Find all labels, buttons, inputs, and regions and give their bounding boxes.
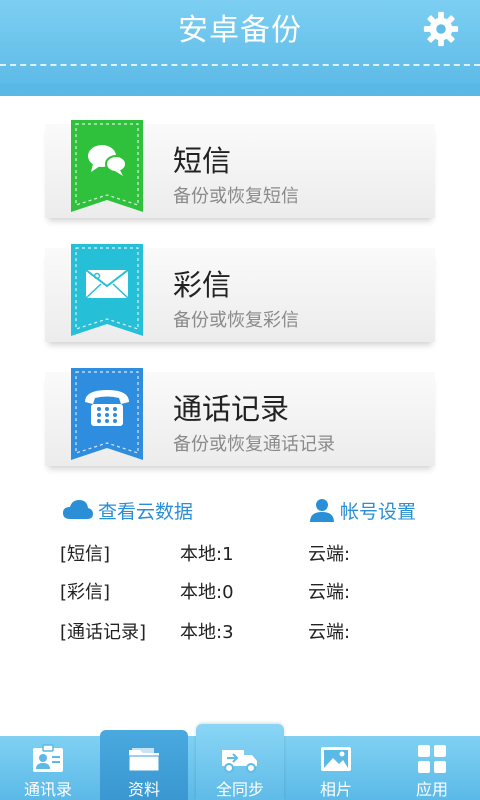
tab-apps[interactable]: 应用 [384,738,480,800]
stat-local-sms: 本地:1 [180,544,234,565]
account-settings-label: 帐号设置 [340,500,417,523]
card-title: 短信 [173,144,232,178]
phone-keypad-icon [71,368,143,460]
card-subtitle: 备份或恢复通话记录 [173,434,335,455]
sms-backup-card[interactable]: 短信 备份或恢复短信 [45,120,435,218]
tab-label: 通讯录 [23,780,72,799]
call-log-backup-card[interactable]: 通话记录 备份或恢复通话记录 [45,368,435,466]
tab-files[interactable]: 资料 [96,738,192,800]
tab-label: 资料 [127,780,160,799]
folder-icon [128,748,160,772]
tab-label: 全同步 [215,780,264,799]
card-title: 彩信 [173,268,232,302]
account-settings-link[interactable]: 帐号设置 [308,496,416,524]
tab-contacts[interactable]: 通讯录 [0,738,96,800]
stat-label-calls: [通话记录] [60,622,147,643]
card-subtitle: 备份或恢复彩信 [173,310,299,331]
page-title: 安卓备份 [178,13,302,48]
stat-cloud-calls: 云端: [308,622,351,643]
gear-icon[interactable] [422,10,460,48]
user-icon [310,499,334,522]
card-title: 通话记录 [173,392,290,426]
tab-full-sync[interactable]: 全同步 [192,738,288,800]
card-subtitle: 备份或恢复短信 [173,186,299,207]
cloud-icon [63,500,93,519]
tab-label: 相片 [319,780,352,799]
contacts-card-icon [33,744,63,772]
sms-chat-icon [71,120,143,212]
stat-local-calls: 本地:3 [180,622,234,643]
apps-grid-icon [418,745,446,773]
sync-truck-icon [222,750,257,773]
mms-envelope-icon [71,244,143,336]
app-header: 安卓备份 [0,0,480,96]
stat-cloud-mms: 云端: [308,582,351,603]
stat-cloud-sms: 云端: [308,544,351,565]
stat-local-mms: 本地:0 [180,582,234,603]
header-stitch [0,64,480,66]
tab-label: 应用 [415,780,448,799]
tab-photos[interactable]: 相片 [288,738,384,800]
photo-icon [321,747,351,771]
header-wave [0,84,480,93]
stat-label-mms: [彩信] [60,582,111,603]
view-cloud-data-label: 查看云数据 [98,500,194,523]
stat-label-sms: [短信] [60,544,111,565]
view-cloud-data-link[interactable]: 查看云数据 [62,496,193,524]
mms-backup-card[interactable]: 彩信 备份或恢复彩信 [45,244,435,342]
